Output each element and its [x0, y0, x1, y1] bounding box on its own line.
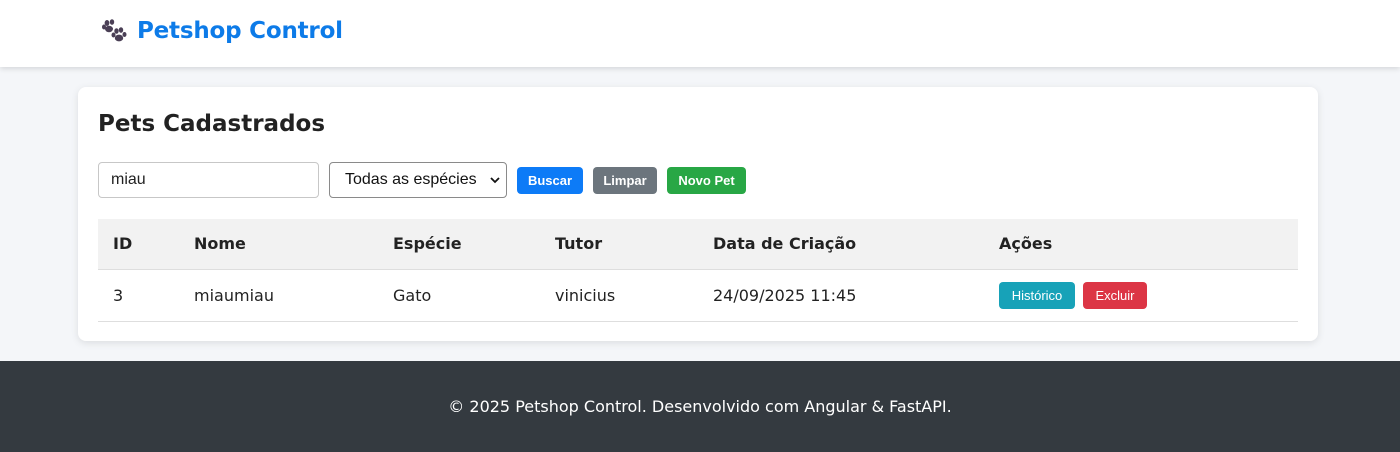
species-select[interactable]: Todas as espécies: [329, 162, 507, 198]
brand[interactable]: Petshop Control: [101, 18, 343, 44]
cell-acoes: Histórico Excluir: [999, 269, 1298, 322]
search-input[interactable]: [98, 162, 319, 198]
cell-data: 24/09/2025 11:45: [713, 269, 999, 322]
navbar: Petshop Control: [0, 0, 1400, 67]
header-nome: Nome: [194, 219, 393, 270]
search-button[interactable]: Buscar: [517, 167, 583, 194]
row-actions: Histórico Excluir: [999, 281, 1298, 309]
page-title: Pets Cadastrados: [98, 111, 326, 137]
header-especie: Espécie: [393, 219, 555, 270]
delete-button[interactable]: Excluir: [1083, 281, 1147, 309]
footer-text: © 2025 Petshop Control. Desenvolvido com…: [448, 397, 952, 416]
header-data: Data de Criação: [713, 219, 999, 270]
cell-nome: miaumiau: [194, 269, 393, 322]
pets-card: Pets Cadastrados Todas as espécies Busca…: [78, 87, 1318, 341]
cell-id: 3: [98, 269, 194, 322]
cell-tutor: vinicius: [555, 269, 713, 322]
header-id: ID: [98, 219, 194, 270]
species-select-value: Todas as espécies: [345, 171, 477, 188]
new-pet-button[interactable]: Novo Pet: [667, 167, 746, 194]
brand-title: Petshop Control: [137, 18, 343, 44]
table-header-row: ID Nome Espécie Tutor Data de Criação Aç…: [98, 219, 1298, 270]
footer: © 2025 Petshop Control. Desenvolvido com…: [0, 361, 1400, 452]
header-acoes: Ações: [999, 219, 1298, 270]
cell-especie: Gato: [393, 269, 555, 322]
table-row: 3 miaumiau Gato vinicius 24/09/2025 11:4…: [98, 269, 1298, 322]
pets-table: ID Nome Espécie Tutor Data de Criação Aç…: [98, 219, 1298, 322]
chevron-down-icon: [490, 177, 500, 184]
clear-button[interactable]: Limpar: [593, 167, 657, 194]
header-tutor: Tutor: [555, 219, 713, 270]
paw-icon: [102, 19, 127, 42]
history-button[interactable]: Histórico: [999, 281, 1075, 309]
